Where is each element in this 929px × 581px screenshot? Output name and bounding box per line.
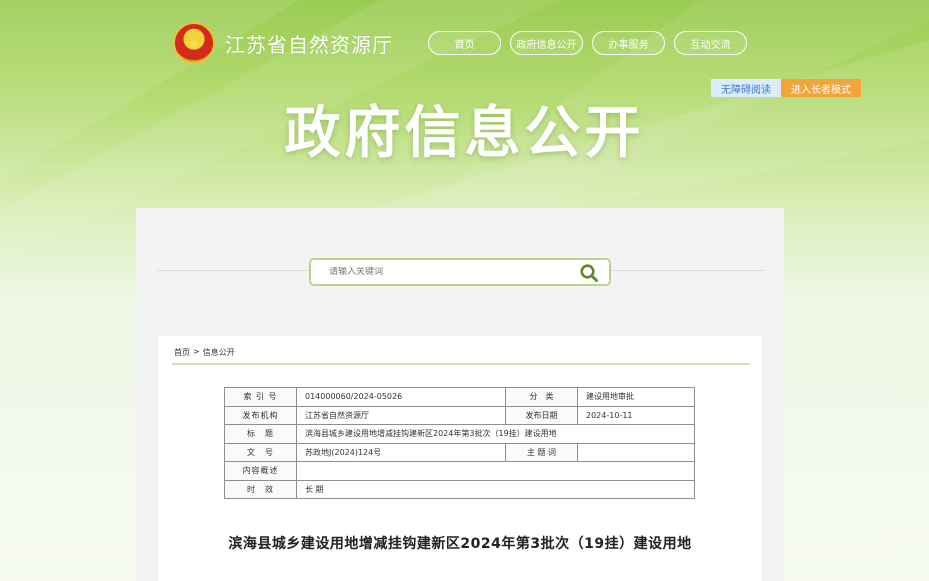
main-nav: 首页 政府信息公开 办事服务 互动交流 <box>428 31 747 55</box>
cell-label: 发布机构 <box>224 405 297 425</box>
content-area: 首页 > 信息公开 索 引 号 014000060/2024-05026 分 类… <box>158 336 762 581</box>
table-row: 文 号 苏政地J(2024)124号 主 题 词 <box>224 442 695 462</box>
cell-value: 长 期 <box>296 479 695 499</box>
metadata-table: 索 引 号 014000060/2024-05026 分 类 建设用地审批 发布… <box>224 387 695 499</box>
nav-interaction[interactable]: 互动交流 <box>674 31 747 55</box>
nav-info-disclosure[interactable]: 政府信息公开 <box>510 31 583 55</box>
cell-label: 分 类 <box>505 387 578 407</box>
cell-value: 江苏省自然资源厅 <box>296 405 506 425</box>
breadcrumb-home[interactable]: 首页 <box>174 347 190 358</box>
cell-label: 标 题 <box>224 424 297 444</box>
breadcrumb: 首页 > 信息公开 <box>174 347 235 358</box>
cell-value: 滨海县城乡建设用地增减挂钩建新区2024年第3批次（19挂）建设用地 <box>296 424 695 444</box>
breadcrumb-separator: > <box>193 347 200 356</box>
cell-value <box>296 461 695 481</box>
cell-label: 发布日期 <box>505 405 578 425</box>
main-panel: 首页 > 信息公开 索 引 号 014000060/2024-05026 分 类… <box>136 208 784 581</box>
search-box <box>309 258 611 286</box>
breadcrumb-current[interactable]: 信息公开 <box>203 347 235 358</box>
table-row: 标 题 滨海县城乡建设用地增减挂钩建新区2024年第3批次（19挂）建设用地 <box>224 424 695 444</box>
breadcrumb-divider <box>172 363 750 365</box>
document-title: 滨海县城乡建设用地增减挂钩建新区2024年第3批次（19挂）建设用地 <box>228 536 692 552</box>
search-input[interactable] <box>329 267 569 277</box>
cell-value: 建设用地审批 <box>577 387 695 407</box>
site-title: 江苏省自然资源厅 <box>225 32 393 57</box>
table-row: 发布机构 江苏省自然资源厅 发布日期 2024-10-11 <box>224 405 695 425</box>
cell-label: 主 题 词 <box>505 442 578 462</box>
cell-label: 索 引 号 <box>224 387 297 407</box>
site-logo[interactable]: ★ 江苏省自然资源厅 <box>173 22 393 64</box>
cell-value: 2024-10-11 <box>577 405 695 425</box>
site-header: ★ 江苏省自然资源厅 首页 政府信息公开 办事服务 互动交流 无障碍阅读 进入长… <box>0 0 929 200</box>
cell-value: 苏政地J(2024)124号 <box>296 442 506 462</box>
banner-title: 政府信息公开 <box>284 101 645 166</box>
nav-services[interactable]: 办事服务 <box>592 31 665 55</box>
national-emblem-icon: ★ <box>173 22 215 64</box>
cell-label: 内容概述 <box>224 461 297 481</box>
nav-home[interactable]: 首页 <box>428 31 501 55</box>
search-icon[interactable] <box>579 263 599 283</box>
cell-value: 014000060/2024-05026 <box>296 387 506 407</box>
table-row: 索 引 号 014000060/2024-05026 分 类 建设用地审批 <box>224 387 695 407</box>
cell-value <box>577 442 695 462</box>
table-row: 内容概述 <box>224 461 695 481</box>
cell-label: 时 效 <box>224 479 297 499</box>
table-row: 时 效 长 期 <box>224 479 695 499</box>
cell-label: 文 号 <box>224 442 297 462</box>
